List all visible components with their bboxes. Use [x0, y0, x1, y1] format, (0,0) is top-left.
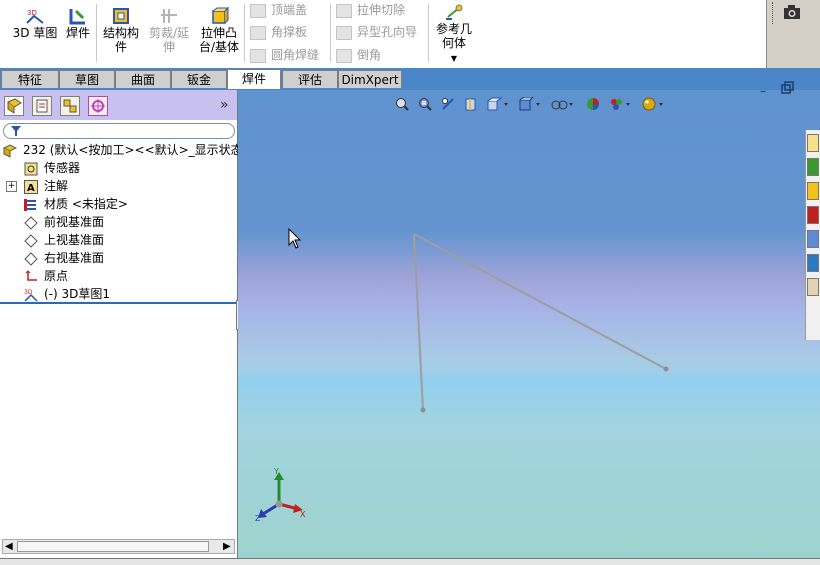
ribbon-separator	[244, 4, 245, 62]
feature-manager-pane: » 232 (默认<按加工><<默认>_显示状态 传感器 + A 注解 材质 <未…	[0, 90, 243, 560]
tree-item-origin[interactable]: 原点	[24, 267, 68, 285]
gusset-button[interactable]: 角撑板	[250, 23, 307, 41]
tab-sketch[interactable]: 草图	[59, 70, 115, 88]
sketch3d-polyline	[413, 233, 667, 370]
feature-manager-toolbar: »	[0, 90, 237, 120]
triad-y-label: Y	[274, 467, 279, 476]
trim-extend-button[interactable]: 剪裁/延 伸	[146, 7, 192, 54]
sketch-geometry	[413, 233, 669, 413]
tab-dimxpert[interactable]: DimXpert	[338, 70, 402, 88]
command-manager-tabs: 特征 草图 曲面 钣金 焊件 评估 DimXpert	[0, 68, 820, 90]
ribbon-separator	[330, 4, 331, 62]
reference-geometry-icon	[444, 3, 464, 21]
dropdown-arrow-icon[interactable]: ▼	[432, 54, 476, 64]
annotation-icon: A	[24, 179, 38, 194]
expand-panel-icon[interactable]: »	[220, 97, 229, 113]
tree-item-material[interactable]: 材质 <未指定>	[24, 195, 128, 213]
sketch-endpoint	[663, 366, 669, 372]
property-manager-icon[interactable]	[32, 96, 52, 116]
extrude-boss-icon	[209, 6, 230, 25]
tab-sheet-metal[interactable]: 钣金	[171, 70, 227, 88]
filter-icon	[10, 125, 22, 137]
extrude-boss-button[interactable]: 拉伸凸 台/基体	[196, 6, 242, 54]
plane-icon	[24, 251, 38, 266]
tab-features[interactable]: 特征	[1, 70, 59, 88]
scroll-right-icon[interactable]: ▶	[223, 540, 231, 553]
tree-item-sensors[interactable]: 传感器	[24, 159, 80, 177]
chamfer-button[interactable]: 倒角	[336, 46, 381, 64]
hole-wizard-icon	[336, 25, 352, 40]
graphics-viewport[interactable]: – Y X Z	[238, 81, 820, 560]
tree-item-3d-sketch[interactable]: 3D (-) 3D草图1	[24, 285, 110, 303]
sensor-icon	[24, 162, 38, 176]
ribbon-separator	[96, 4, 97, 62]
gusset-icon	[250, 25, 266, 40]
plane-icon	[24, 233, 38, 248]
sketch-endpoint	[420, 407, 426, 413]
tab-weldments[interactable]: 焊件	[227, 69, 281, 89]
mouse-cursor-icon	[288, 227, 302, 250]
ribbon-separator	[428, 4, 429, 62]
fillet-bead-button[interactable]: 圆角焊缝	[250, 46, 319, 64]
tab-evaluate[interactable]: 评估	[282, 70, 338, 88]
tree-item-annotations[interactable]: A 注解	[24, 177, 68, 195]
end-cap-button[interactable]: 顶端盖	[250, 1, 307, 19]
tree-item-right-plane[interactable]: 右视基准面	[24, 249, 104, 267]
triad-x-label: X	[300, 510, 306, 519]
extrude-cut-icon	[336, 3, 352, 18]
trim-extend-icon	[159, 7, 179, 25]
tree-item-front-plane[interactable]: 前视基准面	[24, 213, 104, 231]
tree-root-part[interactable]: 232 (默认<按加工><<默认>_显示状态	[2, 141, 243, 159]
material-icon	[24, 198, 38, 212]
tree-item-top-plane[interactable]: 上视基准面	[24, 231, 104, 249]
horizontal-scrollbar[interactable]: ◀ ▶	[2, 539, 235, 554]
grip-handle[interactable]	[772, 2, 774, 24]
camera-icon[interactable]	[783, 4, 801, 20]
structural-member-icon	[111, 7, 131, 25]
scrollbar-thumb[interactable]	[17, 541, 209, 552]
sketch3d-button[interactable]: 3D 3D 草图	[12, 7, 58, 40]
rollback-bar[interactable]	[0, 302, 237, 304]
tree-filter-input[interactable]	[3, 123, 235, 139]
ribbon-right-panel	[766, 0, 820, 68]
origin-icon	[24, 269, 38, 284]
weldment-button[interactable]: 焊件	[62, 7, 94, 40]
weldment-icon	[68, 7, 88, 25]
part-icon	[2, 143, 18, 158]
scroll-left-icon[interactable]: ◀	[5, 540, 13, 553]
hole-wizard-button[interactable]: 异型孔向导	[336, 23, 417, 41]
structural-member-button[interactable]: 结构构 件	[100, 7, 142, 54]
plane-icon	[24, 215, 38, 230]
sketch3d-icon: 3D	[24, 288, 38, 302]
svg-text:A: A	[27, 183, 35, 194]
command-manager-ribbon: 3D 3D 草图 焊件 结构构 件 剪裁/延 伸 拉伸凸 台/基体 顶端盖 角撑…	[0, 0, 766, 69]
tab-surfaces[interactable]: 曲面	[115, 70, 171, 88]
feature-tree-icon[interactable]	[4, 96, 24, 116]
sketch3d-polyline	[413, 233, 424, 411]
coordinate-triad: Y X Z	[252, 467, 312, 524]
dimxpert-manager-icon[interactable]	[88, 96, 108, 116]
sketch3d-icon: 3D	[25, 7, 45, 25]
fillet-bead-icon	[250, 48, 266, 63]
reference-geometry-button[interactable]: 参考几 何体 ▼	[432, 3, 476, 64]
end-cap-icon	[250, 3, 266, 18]
chamfer-icon	[336, 48, 352, 63]
triad-z-label: Z	[255, 514, 261, 523]
expand-toggle-icon[interactable]: +	[6, 181, 17, 192]
extrude-cut-button[interactable]: 拉伸切除	[336, 1, 405, 19]
configuration-manager-icon[interactable]	[60, 96, 80, 116]
